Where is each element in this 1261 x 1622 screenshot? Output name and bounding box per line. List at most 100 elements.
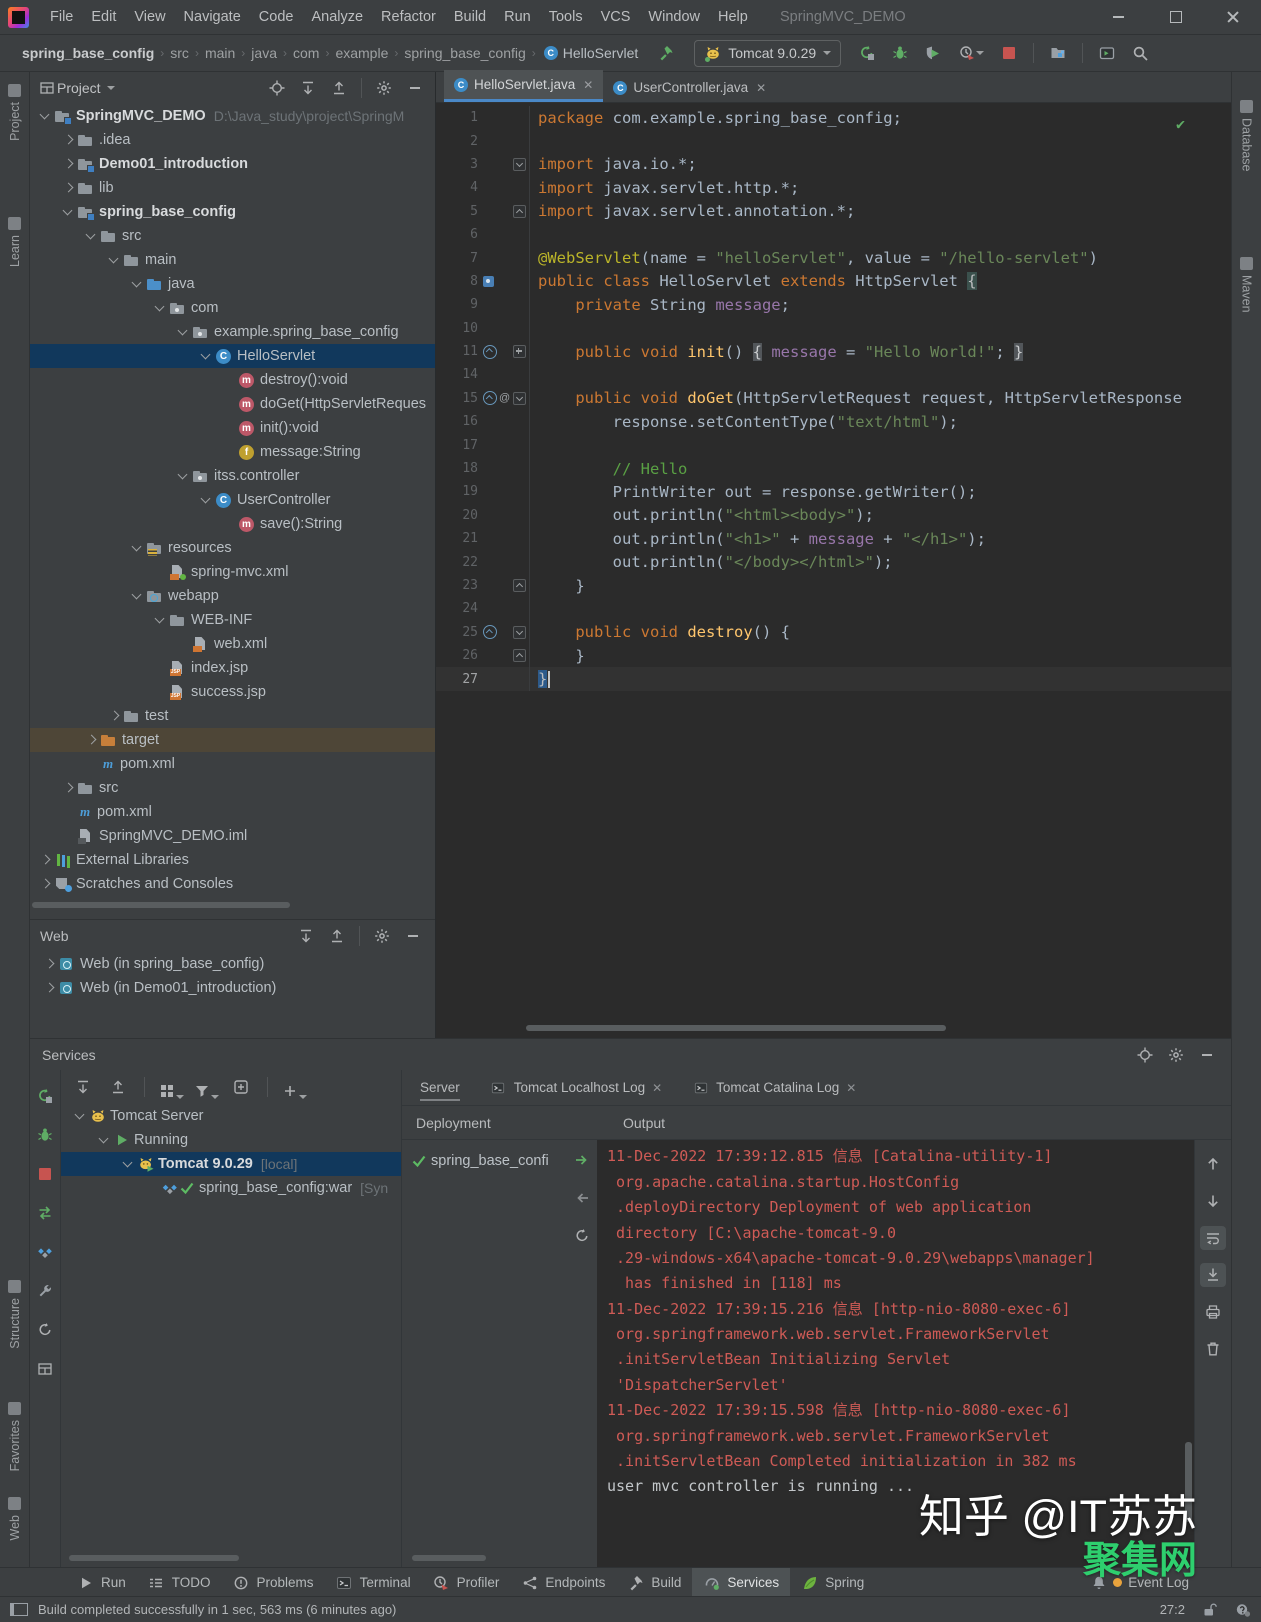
tool-window-tab-web[interactable]: Web [0, 1497, 29, 1540]
breadcrumb-item[interactable]: spring_base_config [404, 45, 525, 61]
tree-item[interactable]: HelloServlet [30, 344, 435, 368]
tree-item[interactable]: index.jsp [30, 656, 435, 680]
group-by-button[interactable] [159, 1075, 183, 1099]
override-icon[interactable] [483, 391, 497, 405]
maximize-button[interactable] [1147, 0, 1204, 34]
code-line[interactable]: 20 out.println("<html><body>"); [436, 504, 1231, 527]
code-line[interactable]: 23 } [436, 574, 1231, 597]
tree-item[interactable]: success.jsp [30, 680, 435, 704]
tree-item[interactable]: target [30, 728, 435, 752]
tree-item[interactable]: UserController [30, 488, 435, 512]
server-tab-tomcat-catalina-log[interactable]: Tomcat Catalina Log✕ [692, 1070, 856, 1105]
tree-item[interactable]: destroy():void [30, 368, 435, 392]
code-line[interactable]: 11 public void init() { message = "Hello… [436, 340, 1231, 363]
services-locate-button[interactable] [1133, 1043, 1157, 1067]
code-line[interactable]: 24 [436, 597, 1231, 620]
tree-item[interactable]: web.xml [30, 632, 435, 656]
clear-console-button[interactable] [1201, 1337, 1225, 1361]
rerun-server-button[interactable] [33, 1084, 57, 1108]
bottom-tab-run[interactable]: Run [66, 1568, 137, 1597]
menu-item-file[interactable]: File [41, 9, 82, 25]
tree-item[interactable]: webapp [30, 584, 435, 608]
code-line[interactable]: 16 response.setContentType("text/html"); [436, 410, 1231, 433]
menu-item-edit[interactable]: Edit [82, 9, 125, 25]
menu-item-view[interactable]: View [125, 9, 174, 25]
server-output-console[interactable]: 11-Dec-2022 17:39:12.815 信息 [Catalina-ut… [597, 1140, 1194, 1568]
code-line[interactable]: 10 [436, 317, 1231, 340]
chevron-expanded-icon[interactable] [128, 540, 146, 556]
deploy-button[interactable] [570, 1148, 594, 1172]
tree-item[interactable]: SpringMVC_DEMOD:\Java_study\project\Spri… [30, 104, 435, 128]
chevron-collapsed-icon[interactable] [59, 780, 77, 796]
chevron-expanded-icon[interactable] [105, 252, 123, 268]
server-tab-tomcat-localhost-log[interactable]: Tomcat Localhost Log✕ [490, 1070, 662, 1105]
breadcrumb-item[interactable]: src [170, 45, 189, 61]
chevron-expanded-icon[interactable] [128, 588, 146, 604]
tree-item[interactable]: save():String [30, 512, 435, 536]
breadcrumb-item[interactable]: main [205, 45, 235, 61]
chevron-collapsed-icon[interactable] [82, 732, 100, 748]
chevron-collapsed-icon[interactable] [59, 132, 77, 148]
fold-marker-icon[interactable] [513, 345, 526, 358]
tool-window-tab-maven[interactable]: Maven [1232, 257, 1261, 313]
tool-window-tab-favorites[interactable]: Favorites [0, 1402, 29, 1471]
soft-wrap-toggle[interactable] [1200, 1226, 1226, 1250]
chevron-expanded-icon[interactable] [71, 1108, 89, 1124]
breadcrumb-item[interactable]: com [293, 45, 319, 61]
services-tree-scrollbar[interactable] [69, 1555, 239, 1561]
bottom-tab-services[interactable]: Services [692, 1568, 790, 1597]
expand-all-button[interactable] [296, 76, 320, 100]
bottom-tab-terminal[interactable]: Terminal [325, 1568, 422, 1597]
code-line[interactable]: 6 [436, 223, 1231, 246]
chevron-collapsed-icon[interactable] [105, 708, 123, 724]
bottom-tab-build[interactable]: Build [616, 1568, 692, 1597]
code-line[interactable]: 22 out.println("</body></html>"); [436, 550, 1231, 573]
build-hammer-button[interactable] [654, 41, 678, 65]
related-symbol-icon[interactable] [483, 276, 494, 287]
tree-item[interactable]: test [30, 704, 435, 728]
code-line[interactable]: 7@WebServlet(name = "helloServlet", valu… [436, 246, 1231, 269]
scroll-up-button[interactable] [1201, 1152, 1225, 1176]
run-configuration-select[interactable]: Tomcat 9.0.29 [694, 40, 841, 67]
breadcrumb-item[interactable]: java [251, 45, 277, 61]
web-tree-item[interactable]: Web (in spring_base_config) [30, 952, 435, 976]
bottom-tab-todo[interactable]: TODO [137, 1568, 222, 1597]
bottom-tab-problems[interactable]: Problems [222, 1568, 325, 1597]
menu-item-vcs[interactable]: VCS [592, 9, 640, 25]
menu-item-help[interactable]: Help [709, 9, 757, 25]
code-line[interactable]: 27} [436, 667, 1231, 690]
services-tree-item[interactable]: Tomcat Server [61, 1104, 401, 1128]
chevron-collapsed-icon[interactable] [59, 156, 77, 172]
code-line[interactable]: 15@ public void doGet(HttpServletRequest… [436, 387, 1231, 410]
tree-item[interactable]: pom.xml [30, 800, 435, 824]
menu-item-window[interactable]: Window [639, 9, 709, 25]
close-icon[interactable]: ✕ [756, 81, 766, 95]
add-service-frame-button[interactable] [229, 1075, 253, 1099]
deploy-all-button[interactable] [33, 1201, 57, 1225]
menu-item-refactor[interactable]: Refactor [372, 9, 445, 25]
chevron-expanded-icon[interactable] [151, 612, 169, 628]
chevron-expanded-icon[interactable] [174, 468, 192, 484]
web-tree-item[interactable]: Web (in Demo01_introduction) [30, 976, 435, 1000]
services-tree-item[interactable]: Running [61, 1128, 401, 1152]
sync-button[interactable] [570, 1224, 594, 1248]
project-panel-title[interactable]: Project [57, 80, 101, 96]
services-settings-button[interactable] [1164, 1043, 1188, 1067]
tree-item[interactable]: java [30, 272, 435, 296]
close-icon[interactable]: ✕ [583, 78, 593, 92]
build-artifacts-button[interactable] [33, 1240, 57, 1264]
web-settings-button[interactable] [370, 924, 394, 948]
svc-expand-all-button[interactable] [71, 1075, 95, 1099]
code-line[interactable]: 5import javax.servlet.annotation.*; [436, 200, 1231, 223]
run-anything-button[interactable] [1095, 41, 1119, 65]
minimize-button[interactable] [1090, 0, 1147, 34]
tree-item[interactable]: .idea [30, 128, 435, 152]
code-line[interactable]: 3import java.io.*; [436, 153, 1231, 176]
code-line[interactable]: 17 [436, 433, 1231, 456]
tree-item[interactable]: WEB-INF [30, 608, 435, 632]
fold-marker-icon[interactable] [513, 158, 526, 171]
coverage-button[interactable] [921, 41, 945, 65]
menu-item-analyze[interactable]: Analyze [302, 9, 372, 25]
event-log-button[interactable]: Event Log [1090, 1574, 1189, 1591]
tree-item[interactable]: pom.xml [30, 752, 435, 776]
